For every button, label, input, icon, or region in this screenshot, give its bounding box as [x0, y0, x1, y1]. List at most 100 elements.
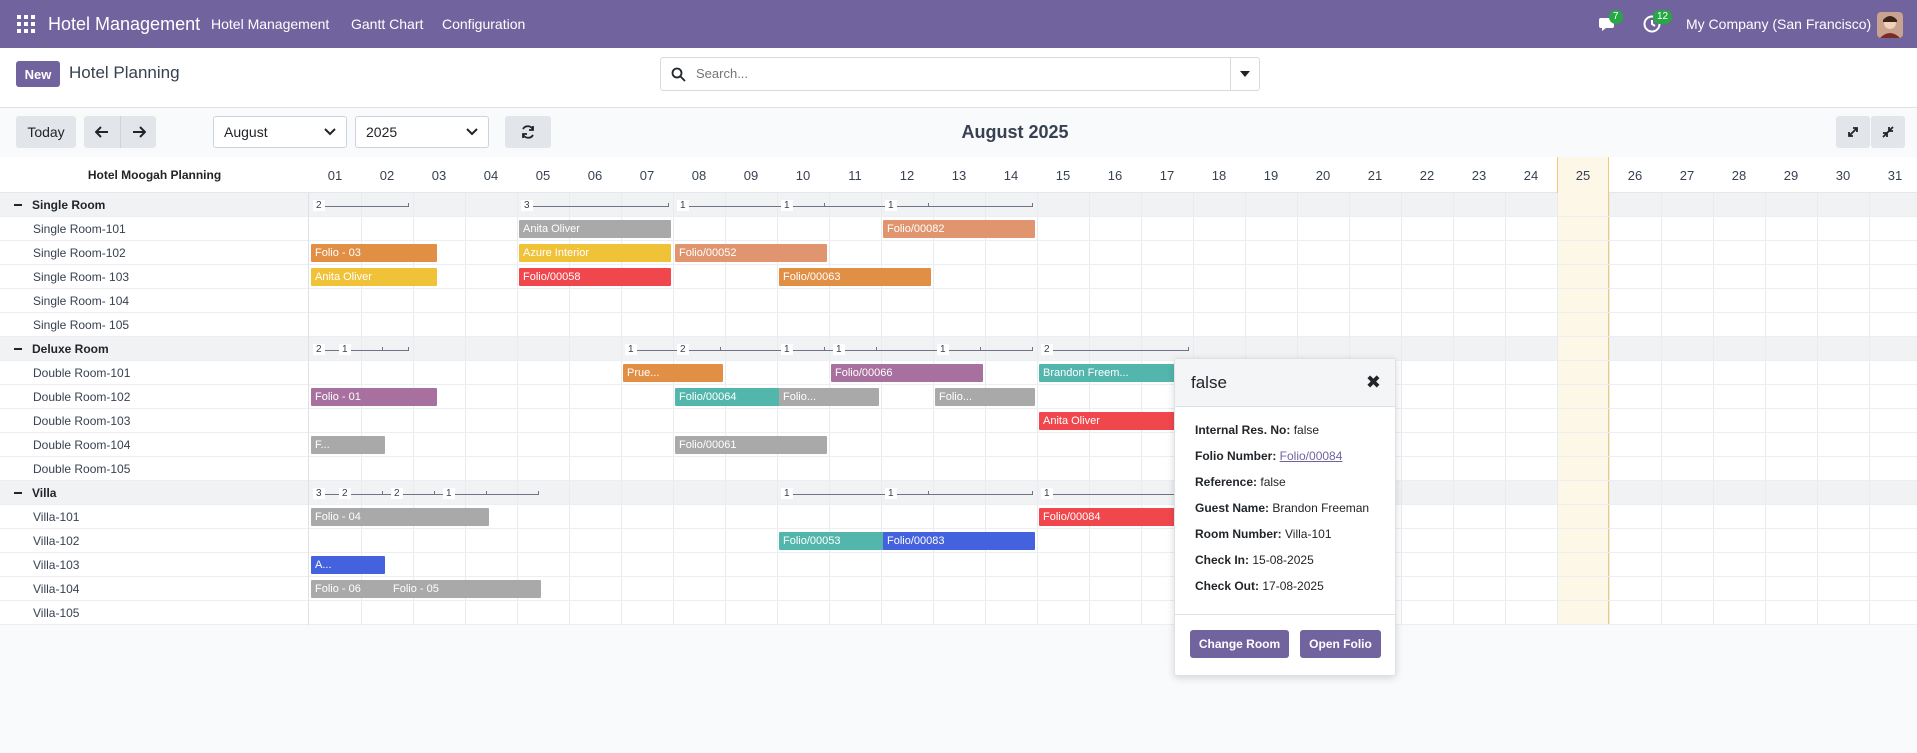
reservation-pill[interactable]: Folio - 01	[311, 388, 437, 406]
open-folio-button[interactable]: Open Folio	[1300, 630, 1381, 658]
column-divider	[1765, 361, 1766, 384]
apps-menu-icon[interactable]	[17, 15, 35, 33]
collapse-icon[interactable]	[14, 348, 22, 350]
reservation-pill[interactable]: Folio/00061	[675, 436, 827, 454]
reservation-pill[interactable]: Azure Interior	[519, 244, 671, 262]
column-divider	[517, 529, 518, 552]
reservation-pill[interactable]: Folio/00082	[883, 220, 1035, 238]
column-divider	[829, 361, 830, 384]
row-cells[interactable]	[309, 553, 1917, 576]
reservation-pill[interactable]: Folio/00058	[519, 268, 671, 286]
today-button[interactable]: Today	[16, 116, 76, 148]
change-room-button[interactable]: Change Room	[1190, 630, 1289, 658]
column-divider	[1037, 553, 1038, 576]
month-select[interactable]: August	[213, 116, 347, 148]
row-cells[interactable]	[309, 385, 1917, 408]
column-divider	[829, 409, 830, 432]
reservation-pill[interactable]: A...	[311, 556, 385, 574]
row-label-text: Single Room	[32, 198, 106, 212]
activities-icon[interactable]: 12	[1642, 10, 1673, 34]
search-options-toggle[interactable]	[1230, 58, 1259, 90]
today-column-cell	[1557, 361, 1609, 384]
row-cells[interactable]	[309, 577, 1917, 600]
collapse-rows-button[interactable]	[1871, 116, 1905, 148]
next-period-button[interactable]	[120, 116, 156, 148]
collapse-icon[interactable]	[14, 204, 22, 206]
row-label-text: Deluxe Room	[32, 342, 109, 356]
menu-configuration[interactable]: Configuration	[442, 16, 525, 32]
row-cells[interactable]	[309, 457, 1917, 480]
messages-icon[interactable]: 7	[1598, 10, 1623, 34]
menu-gantt-chart[interactable]: Gantt Chart	[351, 16, 423, 32]
column-divider	[1765, 481, 1766, 504]
app-brand[interactable]: Hotel Management	[48, 14, 200, 35]
column-divider	[829, 289, 830, 312]
group-label[interactable]: Villa	[0, 481, 309, 505]
user-avatar[interactable]	[1877, 12, 1903, 38]
column-divider	[1037, 361, 1038, 384]
refresh-button[interactable]	[505, 116, 551, 148]
column-divider	[413, 337, 414, 360]
reservation-pill[interactable]: Anita Oliver	[519, 220, 671, 238]
reservation-pill[interactable]: F...	[311, 436, 385, 454]
reservation-pill[interactable]: Folio...	[935, 388, 1035, 406]
reservation-pill[interactable]: Folio/00063	[779, 268, 931, 286]
column-divider	[1505, 457, 1506, 480]
reservation-pill[interactable]: Folio...	[779, 388, 879, 406]
reservation-pill[interactable]: Prue...	[623, 364, 723, 382]
menu-hotel-management[interactable]: Hotel Management	[211, 16, 329, 32]
column-divider	[517, 553, 518, 576]
day-header: 25	[1575, 167, 1591, 183]
collapse-icon[interactable]	[14, 492, 22, 494]
column-divider	[1505, 313, 1506, 336]
group-label[interactable]: Single Room	[0, 193, 309, 217]
folio-link[interactable]: Folio/00084	[1280, 449, 1343, 463]
reservation-pill[interactable]: Folio - 03	[311, 244, 437, 262]
today-column-cell	[1557, 337, 1609, 360]
new-button[interactable]: New	[16, 61, 60, 87]
column-divider	[1713, 529, 1714, 552]
column-divider	[1713, 409, 1714, 432]
popover-field-value: false	[1260, 475, 1286, 489]
previous-period-button[interactable]	[84, 116, 120, 148]
close-icon[interactable]: ✖	[1366, 372, 1381, 393]
column-divider	[1765, 289, 1766, 312]
year-select[interactable]: 2025	[355, 116, 489, 148]
column-divider	[673, 553, 674, 576]
year-select-value: 2025	[366, 124, 398, 140]
row-cells[interactable]	[309, 601, 1917, 624]
expand-rows-button[interactable]	[1836, 116, 1870, 148]
company-switcher[interactable]: My Company (San Francisco)	[1686, 16, 1871, 32]
reservation-pill[interactable]: Folio - 05	[389, 580, 541, 598]
column-divider	[1037, 193, 1038, 216]
reservation-pill[interactable]: Folio/00084	[1039, 508, 1191, 526]
row-label-text: Villa-104	[33, 582, 80, 596]
reservation-pill[interactable]: Anita Oliver	[1039, 412, 1191, 430]
column-divider	[777, 457, 778, 480]
column-divider	[1765, 457, 1766, 480]
row-label-text: Double Room-104	[33, 438, 131, 452]
column-divider	[465, 409, 466, 432]
search-bar[interactable]	[660, 57, 1260, 91]
reservation-pill[interactable]: Folio/00083	[883, 532, 1035, 550]
group-label[interactable]: Deluxe Room	[0, 337, 309, 361]
column-divider	[1609, 529, 1610, 552]
column-divider	[1505, 361, 1506, 384]
row-cells[interactable]	[309, 433, 1917, 456]
reservation-pill[interactable]: Brandon Freem...	[1039, 364, 1191, 382]
column-divider	[1765, 241, 1766, 264]
row-cells[interactable]	[309, 289, 1917, 312]
reservation-pill[interactable]: Folio/00066	[831, 364, 983, 382]
row-cells[interactable]	[309, 529, 1917, 552]
group-row: Deluxe Room 2 1 1 2 1 1 1 2	[0, 337, 1917, 361]
search-input[interactable]	[696, 66, 1216, 81]
reservation-pill[interactable]: Folio - 04	[311, 508, 489, 526]
column-divider	[1089, 457, 1090, 480]
row-cells[interactable]	[309, 313, 1917, 336]
day-header: 12	[899, 167, 915, 183]
popover-header: false ✖	[1175, 359, 1395, 407]
column-divider	[777, 361, 778, 384]
column-divider	[1609, 337, 1610, 360]
reservation-pill[interactable]: Anita Oliver	[311, 268, 437, 286]
reservation-pill[interactable]: Folio/00052	[675, 244, 827, 262]
